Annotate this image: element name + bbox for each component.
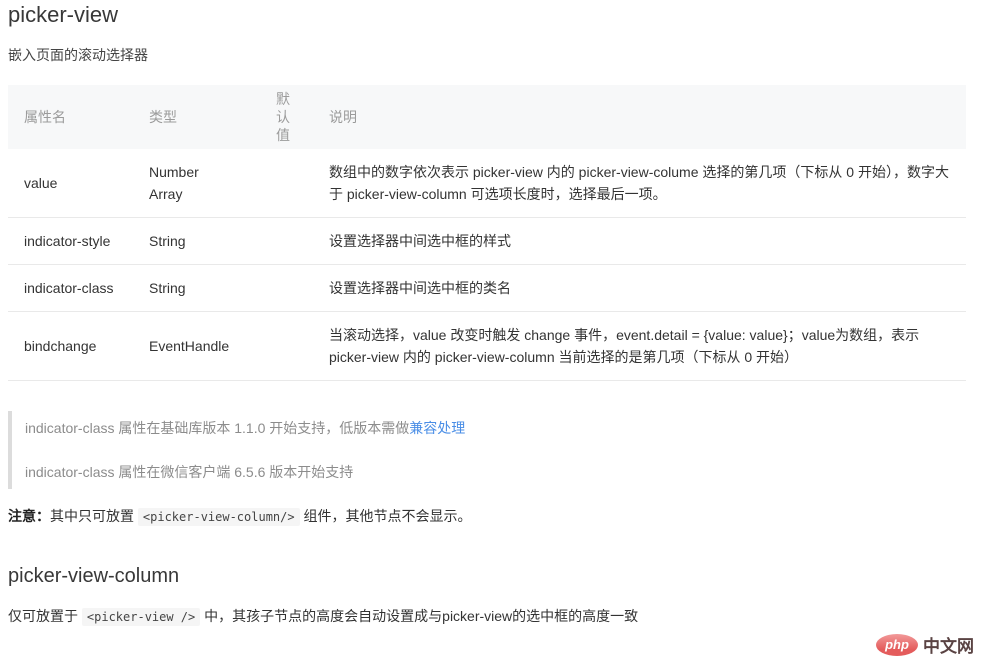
attr-name-cell: bindchange [8,312,133,381]
picker-view-column-code: <picker-view-column/> [138,508,300,526]
php-cn-watermark: php 中文网 [876,632,974,657]
attr-default-cell [260,218,313,265]
picker-view-code: <picker-view /> [82,608,200,626]
attr-type-cell: EventHandle [133,312,260,381]
version-notes-blockquote: indicator-class 属性在基础库版本 1.1.0 开始支持，低版本需… [8,411,980,489]
attributes-table: 属性名 类型 默认值 说明 value Number Array 数组中的数字依… [8,85,966,381]
notice-text-before: 其中只可放置 [50,508,138,524]
col-header-default: 默认值 [260,85,313,149]
attr-type-cell: String [133,218,260,265]
notice-paragraph: 注意：其中只可放置 <picker-view-column/> 组件，其他节点不… [8,505,980,528]
attr-description-cell: 设置选择器中间选中框的类名 [313,265,966,312]
attr-default-cell [260,149,313,218]
section-description: 仅可放置于 <picker-view /> 中，其孩子节点的高度会自动设置成与p… [8,605,980,628]
version-note-line: indicator-class 属性在微信客户端 6.5.6 版本开始支持 [25,463,980,481]
section-text-after: 中，其孩子节点的高度会自动设置成与picker-view的选中框的高度一致 [200,608,638,624]
page-subtitle: 嵌入页面的滚动选择器 [8,46,980,64]
attr-type-cell: Number Array [133,149,260,218]
page-title: picker-view [8,0,980,27]
doc-page: picker-view 嵌入页面的滚动选择器 属性名 类型 默认值 说明 val… [0,0,988,628]
attr-default-cell [260,312,313,381]
table-row: bindchange EventHandle 当滚动选择，value 改变时触发… [8,312,966,381]
php-logo-badge: php [876,634,918,656]
notice-label: 注意： [8,508,50,524]
note-text: indicator-class 属性在微信客户端 6.5.6 版本开始支持 [25,464,353,480]
section-text-before: 仅可放置于 [8,608,82,624]
table-row: indicator-style String 设置选择器中间选中框的样式 [8,218,966,265]
attr-name-cell: indicator-class [8,265,133,312]
section-title-picker-view-column: picker-view-column [8,564,980,588]
col-header-attr-name: 属性名 [8,85,133,149]
version-note-line: indicator-class 属性在基础库版本 1.1.0 开始支持，低版本需… [25,419,980,437]
notice-text-after: 组件，其他节点不会显示。 [300,508,472,524]
col-header-description: 说明 [313,85,966,149]
attr-name-cell: value [8,149,133,218]
attr-description-cell: 数组中的数字依次表示 picker-view 内的 picker-view-co… [313,149,966,218]
table-row: indicator-class String 设置选择器中间选中框的类名 [8,265,966,312]
attr-description-cell: 当滚动选择，value 改变时触发 change 事件，event.detail… [313,312,966,381]
table-header-row: 属性名 类型 默认值 说明 [8,85,966,149]
table-row: value Number Array 数组中的数字依次表示 picker-vie… [8,149,966,218]
attr-type-cell: String [133,265,260,312]
col-header-type: 类型 [133,85,260,149]
attr-default-cell [260,265,313,312]
attr-description-cell: 设置选择器中间选中框的样式 [313,218,966,265]
note-text: indicator-class 属性在基础库版本 1.1.0 开始支持，低版本需… [25,420,409,436]
attr-name-cell: indicator-style [8,218,133,265]
compatibility-link[interactable]: 兼容处理 [409,420,465,436]
site-name-text: 中文网 [923,632,974,657]
